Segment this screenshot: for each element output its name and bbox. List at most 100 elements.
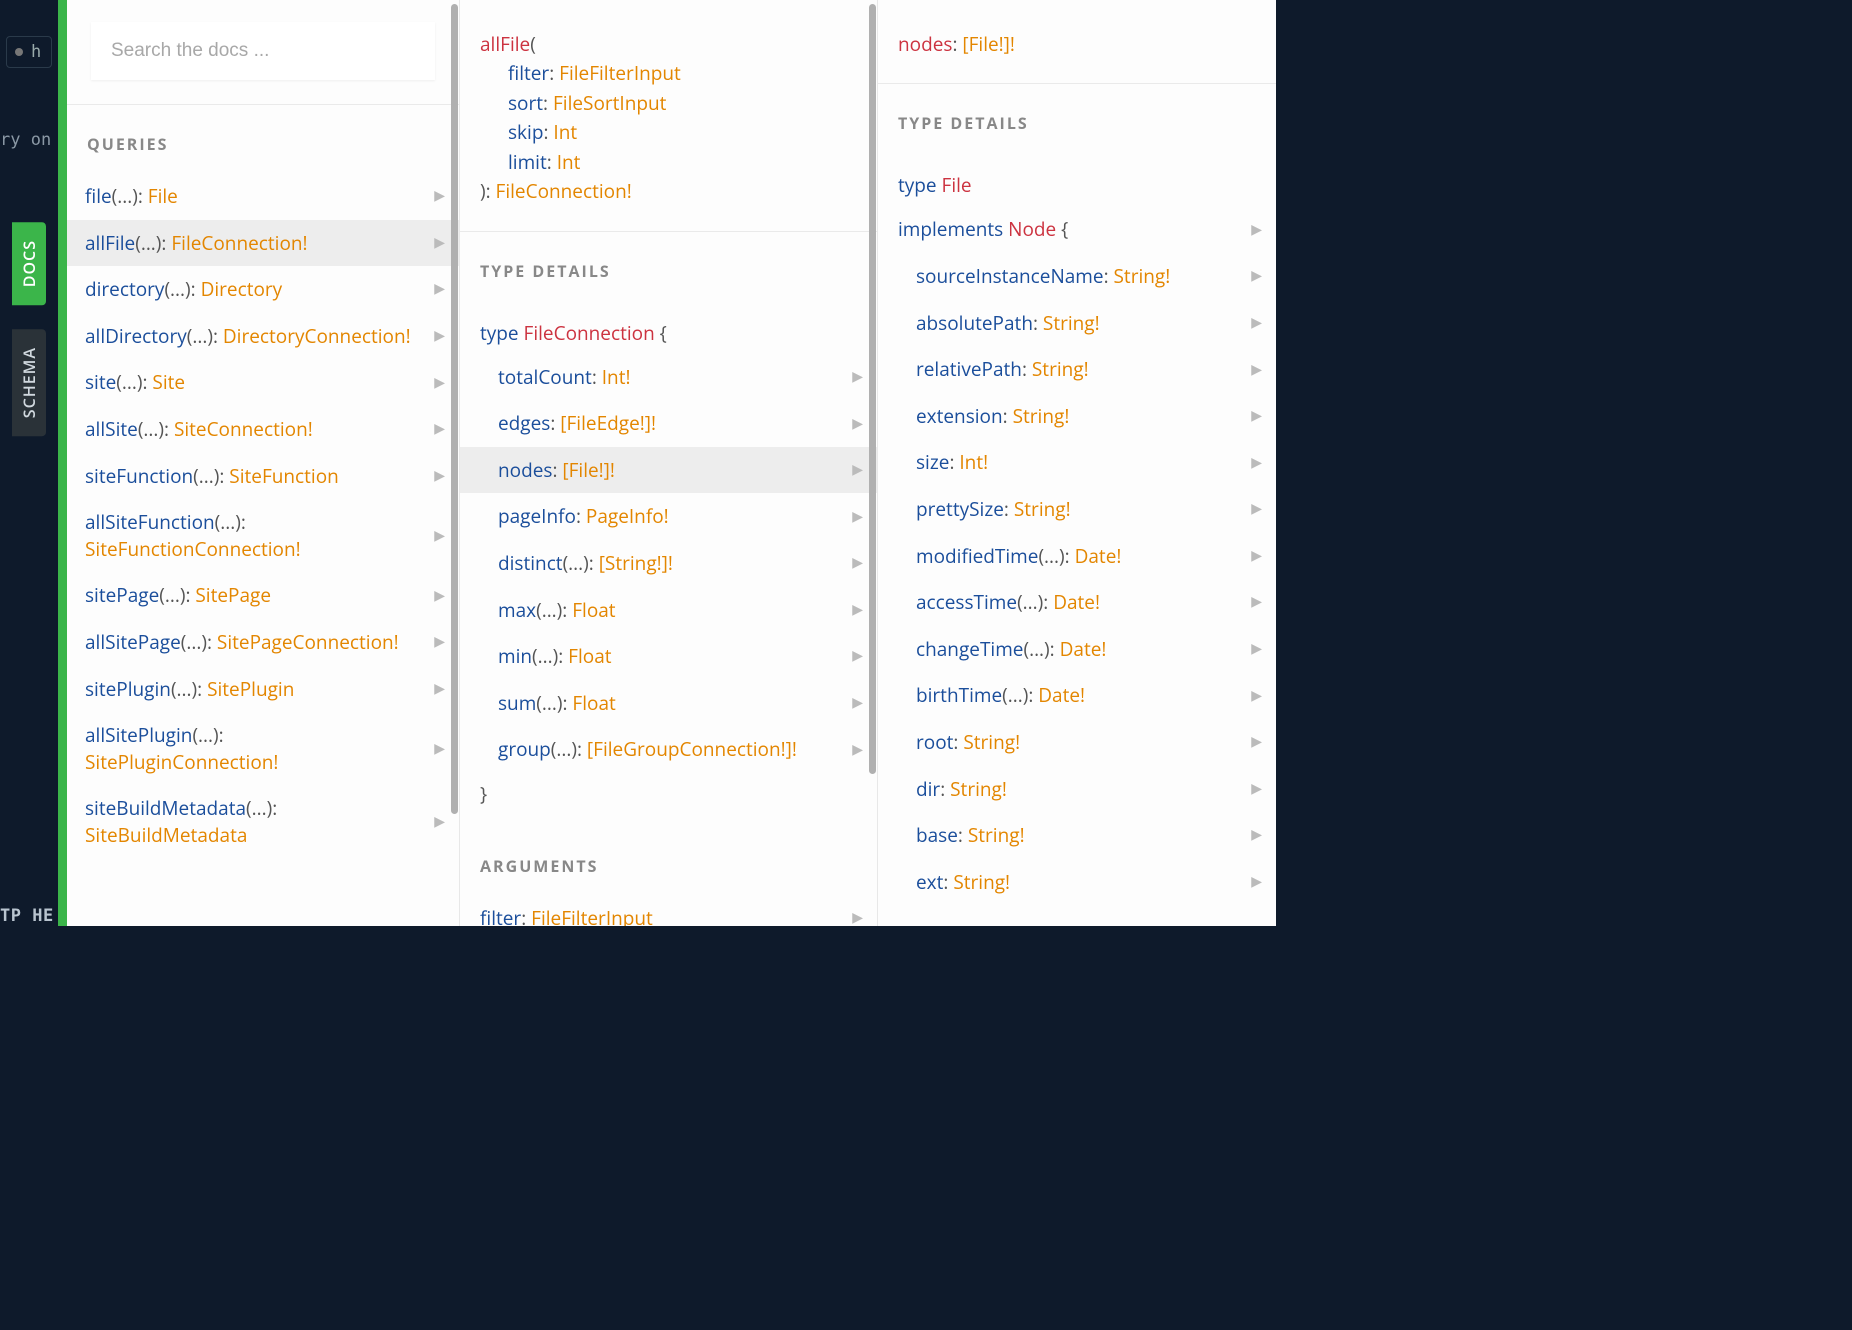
field-signature: allFile( filter: FileFilterInputsort: Fi… [460, 0, 877, 232]
field-item[interactable]: file(...): File▶ [67, 173, 459, 220]
scroll-thumb[interactable] [869, 4, 876, 774]
chevron-right-icon: ▶ [852, 507, 863, 527]
field-item[interactable]: directory(...): Directory▶ [67, 266, 459, 313]
field-item[interactable]: changeTime(...): Date!▶ [878, 626, 1276, 673]
field-item[interactable]: modifiedTime(...): Date!▶ [878, 533, 1276, 580]
type-column-2: nodes: [File!]! TYPE DETAILS type File i… [878, 0, 1276, 926]
queries-column: QUERIES file(...): File▶allFile(...): Fi… [67, 0, 460, 926]
type-column-1: allFile( filter: FileFilterInputsort: Fi… [460, 0, 878, 926]
chevron-right-icon: ▶ [852, 554, 863, 574]
chevron-right-icon: ▶ [434, 679, 445, 699]
editor-footer: TP HE [0, 906, 54, 926]
signature-arg: limit: Int [480, 148, 857, 177]
field-item[interactable]: pageInfo: PageInfo!▶ [460, 493, 877, 540]
chevron-right-icon: ▶ [1251, 313, 1262, 333]
type-declaration: type FileConnection { [460, 300, 877, 354]
chevron-right-icon: ▶ [434, 373, 445, 393]
chevron-right-icon: ▶ [852, 647, 863, 667]
field-item[interactable]: site(...): Site▶ [67, 359, 459, 406]
sig-return: FileConnection! [496, 178, 632, 204]
scrollbar[interactable] [868, 0, 877, 926]
scroll-thumb[interactable] [451, 4, 458, 814]
chevron-right-icon: ▶ [1251, 546, 1262, 566]
field-item[interactable]: relativePath: String!▶ [878, 346, 1276, 393]
editor-line: ry on [0, 130, 51, 150]
field-item[interactable]: absolutePath: String!▶ [878, 300, 1276, 347]
field-item[interactable]: max(...): Float▶ [460, 587, 877, 634]
chevron-right-icon: ▶ [434, 466, 445, 486]
field-item[interactable]: birthTime(...): Date!▶ [878, 672, 1276, 719]
chevron-right-icon: ▶ [852, 600, 863, 620]
chevron-right-icon: ▶ [434, 326, 445, 346]
queries-header: QUERIES [67, 105, 459, 173]
field-item[interactable]: allFile(...): FileConnection!▶ [67, 220, 459, 267]
chevron-right-icon: ▶ [1251, 872, 1262, 892]
field-signature: nodes: [File!]! [878, 0, 1276, 84]
field-item[interactable]: accessTime(...): Date!▶ [878, 579, 1276, 626]
schema-tab[interactable]: SCHEMA [12, 329, 46, 436]
chevron-right-icon: ▶ [1251, 406, 1262, 426]
chevron-right-icon: ▶ [1251, 500, 1262, 520]
field-item[interactable]: sourceInstanceName: String!▶ [878, 253, 1276, 300]
chevron-right-icon: ▶ [1251, 639, 1262, 659]
field-item[interactable]: base: String!▶ [878, 812, 1276, 859]
field-item[interactable]: totalCount: Int!▶ [460, 354, 877, 401]
field-item[interactable]: root: String!▶ [878, 719, 1276, 766]
docs-tab[interactable]: DOCS [12, 222, 46, 305]
chevron-right-icon: ▶ [434, 812, 445, 832]
chevron-right-icon: ▶ [434, 233, 445, 253]
type-details-header: TYPE DETAILS [460, 232, 877, 300]
field-item[interactable]: edges: [FileEdge!]!▶ [460, 400, 877, 447]
field-item[interactable]: allSite(...): SiteConnection!▶ [67, 406, 459, 453]
chevron-right-icon: ▶ [852, 460, 863, 480]
argument-item[interactable]: filter: FileFilterInput ▶ [460, 895, 877, 926]
type-details-header: TYPE DETAILS [878, 84, 1276, 152]
docs-accent-stripe [58, 0, 67, 926]
field-item[interactable]: dir: String!▶ [878, 766, 1276, 813]
chevron-right-icon: ▶ [1251, 826, 1262, 846]
chevron-right-icon: ▶ [852, 693, 863, 713]
field-item[interactable]: sitePage(...): SitePage▶ [67, 572, 459, 619]
chevron-right-icon: ▶ [852, 740, 863, 760]
type-close-brace: } [460, 773, 877, 827]
scrollbar[interactable] [450, 0, 459, 926]
field-item[interactable]: allSitePage(...): SitePageConnection!▶ [67, 619, 459, 666]
type-declaration: type File [878, 152, 1276, 206]
sig-name: allFile [480, 31, 530, 57]
chevron-right-icon: ▶ [1251, 360, 1262, 380]
chevron-right-icon: ▶ [1251, 267, 1262, 287]
signature-arg: filter: FileFilterInput [480, 59, 857, 88]
chevron-right-icon: ▶ [1251, 779, 1262, 799]
field-item[interactable]: siteBuildMetadata(...): SiteBuildMetadat… [67, 785, 459, 858]
chevron-right-icon: ▶ [434, 632, 445, 652]
search-input[interactable] [91, 22, 435, 80]
field-item[interactable]: size: Int!▶ [878, 439, 1276, 486]
chevron-right-icon: ▶ [852, 414, 863, 434]
unsaved-dot-icon [15, 48, 23, 56]
field-item[interactable]: sitePlugin(...): SitePlugin▶ [67, 666, 459, 713]
field-item[interactable]: allSitePlugin(...): SitePluginConnection… [67, 712, 459, 785]
field-item[interactable]: min(...): Float▶ [460, 633, 877, 680]
field-item[interactable]: prettySize: String!▶ [878, 486, 1276, 533]
field-item[interactable]: sum(...): Float▶ [460, 680, 877, 727]
field-item[interactable]: distinct(...): [String!]!▶ [460, 540, 877, 587]
chevron-right-icon: ▶ [1251, 686, 1262, 706]
signature-arg: skip: Int [480, 118, 857, 147]
chevron-right-icon: ▶ [852, 367, 863, 387]
field-item[interactable]: nodes: [File!]!▶ [460, 447, 877, 494]
field-item[interactable]: allDirectory(...): DirectoryConnection!▶ [67, 313, 459, 360]
field-item[interactable]: siteFunction(...): SiteFunction▶ [67, 453, 459, 500]
field-item[interactable]: allSiteFunction(...): SiteFunctionConnec… [67, 499, 459, 572]
chevron-right-icon: ▶ [434, 586, 445, 606]
implements-row[interactable]: implements Node { ▶ [878, 206, 1276, 253]
arguments-header: ARGUMENTS [460, 827, 877, 895]
chevron-right-icon: ▶ [434, 187, 445, 207]
chevron-right-icon: ▶ [434, 526, 445, 546]
tab-label: h [31, 42, 41, 62]
field-item[interactable]: ext: String!▶ [878, 859, 1276, 906]
editor-tab[interactable]: h [6, 36, 52, 68]
chevron-right-icon: ▶ [1251, 220, 1262, 240]
docs-panel: QUERIES file(...): File▶allFile(...): Fi… [58, 0, 1276, 926]
field-item[interactable]: group(...): [FileGroupConnection!]!▶ [460, 726, 877, 773]
field-item[interactable]: extension: String!▶ [878, 393, 1276, 440]
